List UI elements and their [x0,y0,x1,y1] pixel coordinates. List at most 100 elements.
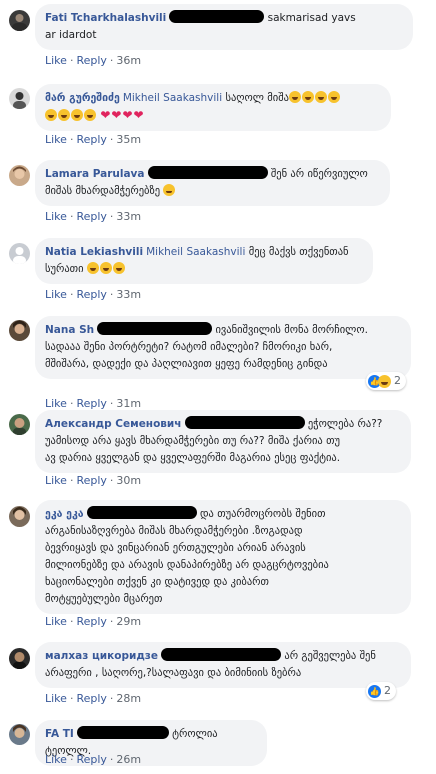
reaction-count: 2 [384,684,391,697]
reply-link[interactable]: Reply [76,210,106,223]
timestamp[interactable]: 36m [116,54,141,67]
like-link[interactable]: Like [45,692,67,705]
laughing-emoji-icon [71,109,83,121]
avatar[interactable] [9,243,30,264]
comment-text: ავ დარია ყველგან და ყველაფერში მაგარია ე… [45,452,341,464]
redaction [97,322,213,335]
like-link[interactable]: Like [45,54,67,67]
redaction [76,726,169,739]
comment-actions: Like · Reply · 26m [45,753,142,766]
reply-link[interactable]: Reply [76,54,106,67]
redaction [86,506,197,519]
comment-bubble: Lamara Parulava შენ არ იწერვიულო მიშას მ… [35,160,390,206]
comment-text: ივანიშვილის მონა მორჩილო. [215,324,368,336]
reaction-count: 2 [394,374,401,387]
comment-author[interactable]: მარ გურეშიძე [45,92,120,104]
avatar[interactable] [9,165,30,186]
comment-bubble: Александр Семенович ეჭოლება რა?? უამისოდ… [35,410,411,473]
heart-icon: ❤ [122,108,133,122]
timestamp[interactable]: 31m [116,397,141,410]
comment-text: სურათი [45,263,84,275]
comment-text: ბევრიყავს და ვინცარიან ერთგულები არიან ა… [45,542,306,554]
comment-actions: Like · Reply · 31m [45,397,142,410]
like-link[interactable]: Like [45,397,67,410]
mention-link[interactable]: Mikheil Saakashvili [123,92,222,104]
laughing-emoji-icon [302,91,314,103]
comment-text: მოტყუებულები მცარეთ [45,593,163,605]
timestamp[interactable]: 29m [116,615,141,628]
avatar[interactable] [9,88,30,109]
comment-author[interactable]: FA TI [45,728,74,740]
avatar[interactable] [9,724,30,745]
reply-link[interactable]: Reply [76,474,106,487]
redaction [169,10,265,23]
like-link[interactable]: Like [45,210,67,223]
comment-bubble: Fati Tcharkhalashvili sakmarisad yavs ar… [35,4,413,50]
laughing-emoji-icon [58,109,70,121]
timestamp[interactable]: 35m [116,133,141,146]
comment-bubble: малхаз цикоридзе არ გეშველება შენ არაფერ… [35,642,411,688]
comment-text: საღოლ მიშა [225,92,289,104]
comment-text: შენ არ იწერვიულო [270,168,368,180]
like-link[interactable]: Like [45,288,67,301]
comment-author[interactable]: ეკა ეკა [45,508,84,520]
comment-author[interactable]: Fati Tcharkhalashvili [45,12,166,24]
reply-link[interactable]: Reply [76,692,106,705]
haha-reaction-icon [378,374,391,388]
comment-author[interactable]: Lamara Parulava [45,168,145,180]
redaction [161,648,282,661]
like-link[interactable]: Like [45,615,67,628]
timestamp[interactable]: 26m [116,753,141,766]
mention-link[interactable]: Mikheil Saakashvili [146,246,245,258]
laughing-emoji-icon [84,109,96,121]
comment-actions: Like · Reply · 35m [45,133,142,146]
comment-actions: Like · Reply · 33m [45,210,142,223]
avatar[interactable] [9,414,30,435]
comment-author[interactable]: Александр Семенович [45,418,182,430]
comment-author[interactable]: малхаз цикоридзе [45,650,158,662]
comment-bubble: მარ გურეშიძე Mikheil Saakashvili საღოლ მი… [35,84,391,131]
like-reaction-icon: 👍 [368,684,381,698]
timestamp[interactable]: 33m [116,288,141,301]
comment-text: sakmarisad yavs [267,12,356,24]
comment-text: არგანისაზღვრება მიშას მხარდამჭერები .ზოგ… [45,525,303,537]
timestamp[interactable]: 30m [116,474,141,487]
comment-actions: Like · Reply · 28m [45,692,142,705]
smile-emoji-icon [99,262,112,274]
smile-emoji-icon [86,262,99,274]
reply-link[interactable]: Reply [76,288,106,301]
comment-author[interactable]: Natia Lekiashvili [45,246,143,258]
avatar[interactable] [9,506,30,527]
like-link[interactable]: Like [45,474,67,487]
comment-bubble: Nana Sh ივანიშვილის მონა მორჩილო. სადააა… [35,316,411,379]
comment-text: მიშას მხარდამჭერებზე [45,185,161,197]
comment-text: მილიონებზე და არავის დანაპირებზე არ დაგც… [45,559,329,571]
like-link[interactable]: Like [45,133,67,146]
reaction-summary[interactable]: 👍 2 [366,682,396,700]
reply-link[interactable]: Reply [76,615,106,628]
comment-text: არ გეშველება შენ [284,650,376,662]
laughing-emoji-icon [315,91,327,103]
avatar[interactable] [9,648,30,669]
redaction [147,166,268,179]
comment-text: ar idardot [45,29,97,41]
redaction [184,416,305,429]
like-link[interactable]: Like [45,753,67,766]
heart-icon: ❤ [111,108,122,122]
comment-bubble: ეკა ეკა და თუარმოცრობს შენით არგანისაზღვ… [35,500,411,614]
comment-author[interactable]: Nana Sh [45,324,94,336]
reply-link[interactable]: Reply [76,397,106,410]
timestamp[interactable]: 28m [116,692,141,705]
avatar[interactable] [9,10,30,31]
timestamp[interactable]: 33m [116,210,141,223]
laughing-emoji-icon [45,109,57,121]
comment-actions: Like · Reply · 29m [45,615,142,628]
comment-actions: Like · Reply · 33m [45,288,142,301]
reply-link[interactable]: Reply [76,133,106,146]
reply-link[interactable]: Reply [76,753,106,766]
heart-icon: ❤ [133,108,144,122]
avatar[interactable] [9,320,30,341]
reaction-summary[interactable]: 👍 2 [366,372,406,390]
comment-text: უამისოდ არა ყავს მხარდამჭერები თუ რა?? მ… [45,435,340,447]
comment-text: არაფერი , საღორე,?სალაფავი და ბიმინიის ზ… [45,667,302,679]
